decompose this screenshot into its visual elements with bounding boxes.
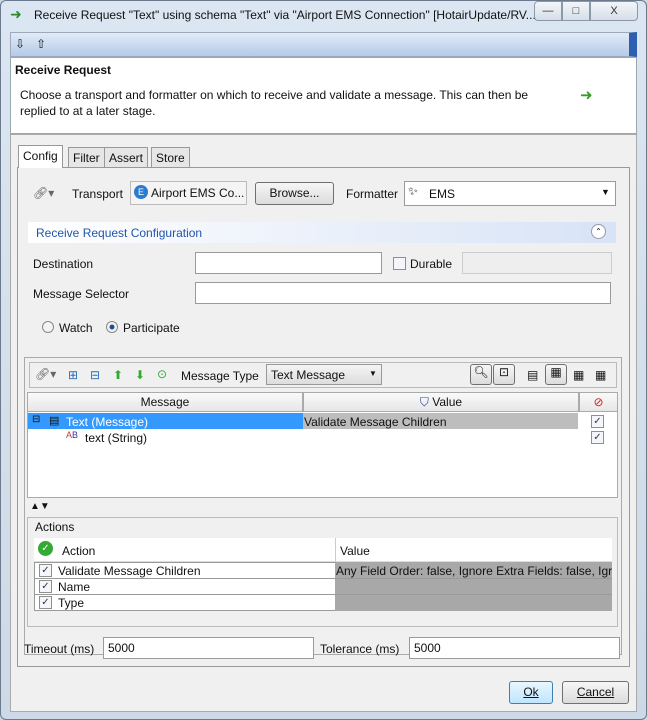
cancel-button[interactable]: Cancel	[562, 681, 629, 704]
maximize-button[interactable]: □	[562, 1, 590, 21]
document-icon: ▤	[49, 415, 60, 427]
remove-node-icon[interactable]: ⊟	[90, 367, 100, 383]
document-icon[interactable]: ▤	[527, 367, 538, 383]
message-type-value: Text Message	[271, 368, 346, 382]
action-name[interactable]: Type	[58, 596, 84, 610]
browse-button[interactable]: Browse...	[255, 182, 334, 205]
transport-label: Transport	[72, 187, 123, 201]
find-icon[interactable]: 🔍︎	[470, 364, 492, 385]
tolerance-label: Tolerance (ms)	[320, 642, 400, 656]
action-checkbox[interactable]: ✓	[39, 564, 52, 577]
actions-title: Actions	[35, 520, 75, 534]
import-icon[interactable]: ⇩	[15, 36, 25, 52]
export-icon[interactable]: ⇧	[36, 36, 46, 52]
tree-node-label[interactable]: text (String)	[85, 431, 147, 445]
divider	[34, 594, 612, 595]
column-header-action-value[interactable]: Value	[340, 544, 370, 558]
header-description: Choose a transport and formatter on whic…	[20, 88, 529, 118]
window-title: Receive Request "Text" using schema "Tex…	[34, 8, 536, 22]
participate-radio[interactable]	[106, 321, 118, 333]
action-value[interactable]: Any Field Order: false, Ignore Extra Fie…	[336, 564, 612, 578]
formatter-value: EMS	[429, 187, 456, 201]
string-type-icon: AB	[66, 430, 79, 440]
destination-label: Destination	[33, 257, 94, 271]
link-icon[interactable]: 🔗︎▾	[35, 367, 56, 381]
toolbar	[10, 32, 637, 57]
durable-checkbox[interactable]	[393, 257, 406, 270]
tab-assert[interactable]: Assert	[104, 147, 149, 168]
timeout-input[interactable]: 5000	[103, 637, 314, 659]
column-header-value[interactable]: ⛉ Value	[303, 392, 579, 412]
chevron-down-icon[interactable]: ▼	[601, 187, 610, 197]
tolerance-input[interactable]: 5000	[409, 637, 620, 659]
transport-value: Airport EMS Co...	[151, 186, 245, 200]
tree-node-label: Text (Message)	[66, 415, 149, 429]
header-title: Receive Request	[15, 63, 112, 77]
timeout-label: Timeout (ms)	[24, 642, 95, 656]
arrow-up-icon[interactable]: ⬆	[113, 367, 123, 383]
divider	[34, 578, 612, 579]
value-header-label: Value	[432, 395, 463, 409]
participate-label: Participate	[123, 321, 180, 335]
row-enabled-checkbox[interactable]: ✓	[591, 415, 604, 428]
row-enabled-checkbox[interactable]: ✓	[591, 431, 604, 444]
receive-arrow-icon: ➜	[580, 87, 593, 104]
durable-label: Durable	[410, 257, 453, 271]
config-section-title: Receive Request Configuration	[36, 226, 203, 240]
splitter-arrows-icon[interactable]: ▲▼	[30, 501, 50, 512]
grid-small-icon[interactable]: ▦	[573, 367, 584, 383]
ok-button[interactable]: Ok	[509, 681, 553, 704]
arrow-down-icon[interactable]: ⬇	[135, 367, 145, 383]
watch-radio[interactable]	[42, 321, 54, 333]
enabled-column-icon[interactable]: ⊘	[579, 392, 618, 412]
durable-name-input	[462, 252, 612, 274]
link-icon[interactable]: 🔗︎▾	[33, 186, 54, 200]
column-header-message[interactable]: Message	[27, 392, 303, 412]
collapse-tree-icon[interactable]: ⊟	[32, 414, 40, 425]
message-selector-input[interactable]	[195, 282, 611, 304]
tab-store[interactable]: Store	[151, 147, 190, 168]
grid-view-icon[interactable]: ▦	[545, 364, 567, 385]
wand-icon: ✨︎	[408, 184, 418, 198]
message-type-select[interactable]: Text Message	[266, 364, 382, 385]
type-icon[interactable]: ⊙	[157, 366, 167, 382]
tree-node-value[interactable]: Validate Message Children	[303, 413, 578, 429]
action-checkbox[interactable]: ✓	[39, 596, 52, 609]
check-all-icon[interactable]: ✓	[38, 541, 53, 556]
tab-filter[interactable]: Filter	[68, 147, 105, 168]
divider	[335, 538, 336, 562]
destination-input[interactable]	[195, 252, 382, 274]
receive-arrow-icon: ➜	[10, 6, 22, 22]
formatter-label: Formatter	[346, 187, 399, 201]
minimize-button[interactable]: —	[534, 1, 562, 21]
chevron-down-icon: ▼	[369, 369, 377, 378]
message-type-label: Message Type	[181, 369, 259, 383]
ems-icon: E	[134, 185, 148, 199]
grid-large-icon[interactable]: ▦	[595, 367, 606, 383]
actions-header	[34, 538, 612, 562]
action-name[interactable]: Validate Message Children	[58, 564, 201, 578]
message-selector-label: Message Selector	[33, 287, 130, 301]
add-node-icon[interactable]: ⊞	[68, 367, 78, 383]
collapse-icon[interactable]: ⌃	[591, 224, 606, 239]
formatter-select[interactable]: EMS	[404, 181, 616, 206]
column-header-action[interactable]: Action	[62, 544, 95, 558]
close-button[interactable]: X	[590, 1, 638, 21]
select-icon[interactable]: ⊡	[493, 364, 515, 385]
watch-label: Watch	[59, 321, 93, 335]
action-checkbox[interactable]: ✓	[39, 580, 52, 593]
tab-config[interactable]: Config	[18, 145, 63, 168]
action-name[interactable]: Name	[58, 580, 90, 594]
